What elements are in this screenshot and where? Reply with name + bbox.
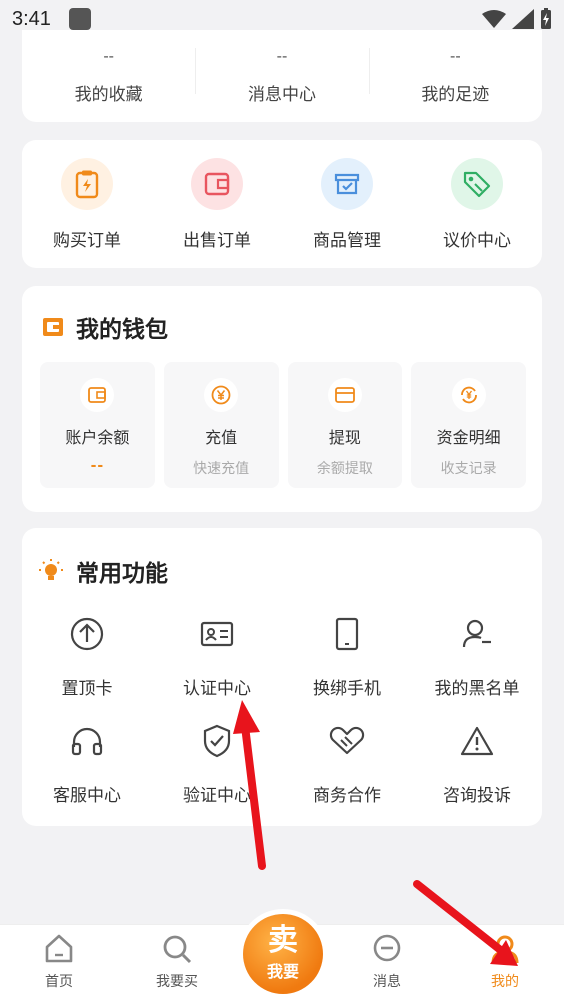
user-icon <box>491 935 519 964</box>
wallet-recharge[interactable]: 充值 快速充值 <box>163 362 279 488</box>
func-customer-service[interactable]: 客服中心 <box>22 721 152 806</box>
shield-check-icon <box>197 721 237 761</box>
tab-messages[interactable]: 消息 <box>342 933 432 991</box>
func-label: 客服中心 <box>53 786 121 806</box>
order-purchase[interactable]: 购买订单 <box>22 140 152 268</box>
stat-label: 我的足迹 <box>421 84 490 105</box>
tab-label: 消息 <box>373 974 401 990</box>
stats-card: -- 我的收藏 -- 消息中心 -- 我的足迹 <box>22 30 542 122</box>
headphones-icon <box>67 721 107 761</box>
box-icon <box>321 158 373 210</box>
wallet-balance[interactable]: 账户余额 -- <box>40 362 155 488</box>
orders-card: 购买订单 出售订单 商品管理 议价中心 <box>22 140 542 268</box>
tab-label: 首页 <box>45 974 73 990</box>
wallet-item-sub: 快速充值 <box>193 461 250 477</box>
card-icon <box>327 378 362 412</box>
wallet-card: 我的钱包 账户余额 -- 充值 快速充值 提现 余额提取 资金明细 收支记录 <box>22 286 542 512</box>
wallet-item-label: 充值 <box>205 428 238 447</box>
wifi-icon <box>482 10 506 28</box>
signal-icon <box>512 9 534 29</box>
wallet-icon <box>191 158 243 210</box>
status-time: 3:41 <box>12 7 51 30</box>
func-top-card[interactable]: 置顶卡 <box>22 614 152 699</box>
wallet-item-sub: 余额提取 <box>316 461 373 477</box>
stat-value: -- <box>103 47 114 65</box>
tab-label: 我的 <box>491 974 519 990</box>
order-label: 购买订单 <box>53 231 121 251</box>
sell-big-text: 卖 <box>268 923 298 958</box>
tab-home[interactable]: 首页 <box>14 933 104 991</box>
wallet-item-label: 账户余额 <box>65 428 130 447</box>
chat-icon <box>373 934 401 962</box>
id-card-icon <box>197 614 237 654</box>
func-blacklist[interactable]: 我的黑名单 <box>412 614 542 699</box>
wallet-item-label: 提现 <box>328 428 361 447</box>
wallet-icon <box>80 378 115 412</box>
stat-label: 我的收藏 <box>74 84 143 105</box>
yen-cycle-icon <box>451 378 486 412</box>
func-label: 换绑手机 <box>313 679 381 699</box>
arrow-up-circle-icon <box>67 614 107 654</box>
func-label: 置顶卡 <box>61 679 113 699</box>
home-icon <box>45 934 73 963</box>
func-certification-center[interactable]: 认证中心 <box>152 614 282 699</box>
stat-messages[interactable]: -- 消息中心 <box>195 30 368 122</box>
stat-value: -- <box>449 47 461 65</box>
func-label: 我的黑名单 <box>434 679 520 699</box>
functions-title: 常用功能 <box>38 554 168 588</box>
functions-card: 常用功能 置顶卡 认证中心 换绑手机 我的黑名单 客服中心 验证中心 商务合作 … <box>22 528 542 826</box>
user-minus-icon <box>457 614 497 654</box>
tab-label: 我要买 <box>156 974 198 990</box>
order-product-management[interactable]: 商品管理 <box>282 140 412 268</box>
sell-button[interactable]: 卖 我要 <box>243 914 323 994</box>
battery-icon <box>541 8 551 29</box>
order-label: 议价中心 <box>443 231 511 251</box>
order-sale[interactable]: 出售订单 <box>152 140 282 268</box>
order-label: 商品管理 <box>313 231 381 251</box>
func-complaint[interactable]: 咨询投诉 <box>412 721 542 806</box>
func-label: 咨询投诉 <box>443 786 511 806</box>
tag-icon <box>451 158 503 210</box>
warning-icon <box>457 721 497 761</box>
tab-buy[interactable]: 我要买 <box>132 933 222 991</box>
order-bargain-center[interactable]: 议价中心 <box>412 140 542 268</box>
clipboard-icon <box>61 158 113 210</box>
functions-title-text: 常用功能 <box>76 561 168 587</box>
func-label: 商务合作 <box>313 786 381 806</box>
wallet-title-icon <box>43 318 63 336</box>
stat-value: -- <box>276 47 288 65</box>
wallet-fund-details[interactable]: 资金明细 收支记录 <box>411 362 526 488</box>
func-rebind-phone[interactable]: 换绑手机 <box>282 614 412 699</box>
stat-footprints[interactable]: -- 我的足迹 <box>368 30 542 122</box>
stat-label: 消息中心 <box>247 84 316 105</box>
stat-favorites[interactable]: -- 我的收藏 <box>22 30 195 122</box>
search-icon <box>163 935 192 964</box>
order-label: 出售订单 <box>183 231 251 251</box>
tab-mine[interactable]: 我的 <box>460 933 550 991</box>
wallet-item-sub: 收支记录 <box>440 461 497 477</box>
phone-icon <box>327 614 367 654</box>
lightbulb-icon <box>39 559 63 580</box>
func-verification-center[interactable]: 验证中心 <box>152 721 282 806</box>
wallet-withdraw[interactable]: 提现 余额提取 <box>287 362 403 488</box>
func-label: 验证中心 <box>183 786 251 806</box>
func-business-cooperation[interactable]: 商务合作 <box>282 721 412 806</box>
wallet-item-sub: -- <box>90 458 105 474</box>
wallet-item-label: 资金明细 <box>436 428 501 447</box>
func-label: 认证中心 <box>183 679 251 699</box>
notification-icon <box>68 8 91 30</box>
wallet-title-text: 我的钱包 <box>76 317 168 343</box>
sell-small-text: 我要 <box>266 962 299 981</box>
yen-icon <box>204 378 239 412</box>
wallet-title: 我的钱包 <box>42 310 168 344</box>
handshake-icon <box>327 721 367 761</box>
